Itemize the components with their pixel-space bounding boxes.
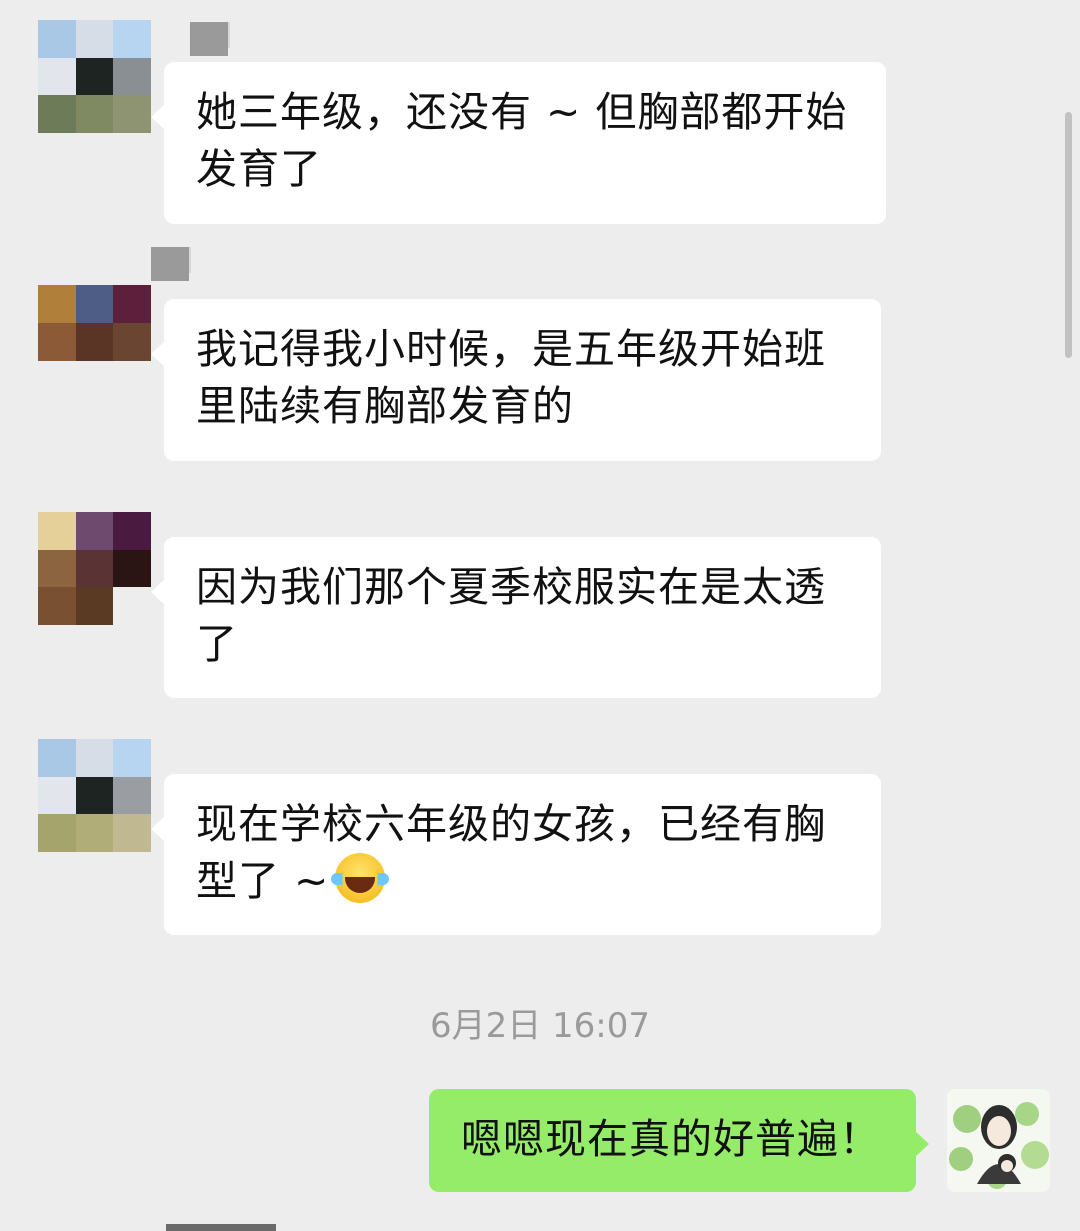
message-bubble[interactable]: 因为我们那个夏季校服实在是太透了 [151,537,881,698]
sender-avatar[interactable] [38,20,151,133]
message-text: 现在学校六年级的女孩，已经有胸型了 ~ [196,800,826,905]
tears-of-joy-emoji [331,853,390,903]
sender-avatar[interactable] [38,739,151,852]
message-text: 她三年级，还没有 ~ 但胸部都开始发育了 [196,88,848,193]
message-bubble[interactable]: 现在学校六年级的女孩，已经有胸型了 ~ [151,774,881,935]
my-avatar[interactable] [947,1089,1050,1192]
scrollbar[interactable] [1065,112,1072,358]
sender-avatar[interactable] [38,512,151,625]
message-text: 嗯嗯现在真的好普遍！ [461,1115,881,1163]
avatar-illustration-icon [949,1102,1049,1189]
sender-name [151,247,191,281]
message-timestamp: 6月2日 16:07 [429,1006,651,1046]
message-bubble[interactable]: 我记得我小时候，是五年级开始班里陆续有胸部发育的 [151,299,881,461]
message-text: 我记得我小时候，是五年级开始班里陆续有胸部发育的 [196,325,826,430]
message-bubble[interactable]: 她三年级，还没有 ~ 但胸部都开始发育了 [151,62,886,224]
next-message-peek [166,1224,276,1231]
sender-avatar[interactable] [38,285,151,361]
message-text: 因为我们那个夏季校服实在是太透了 [196,563,826,668]
sender-name [190,22,230,56]
my-message-bubble[interactable]: 嗯嗯现在真的好普遍！ [429,1089,929,1192]
